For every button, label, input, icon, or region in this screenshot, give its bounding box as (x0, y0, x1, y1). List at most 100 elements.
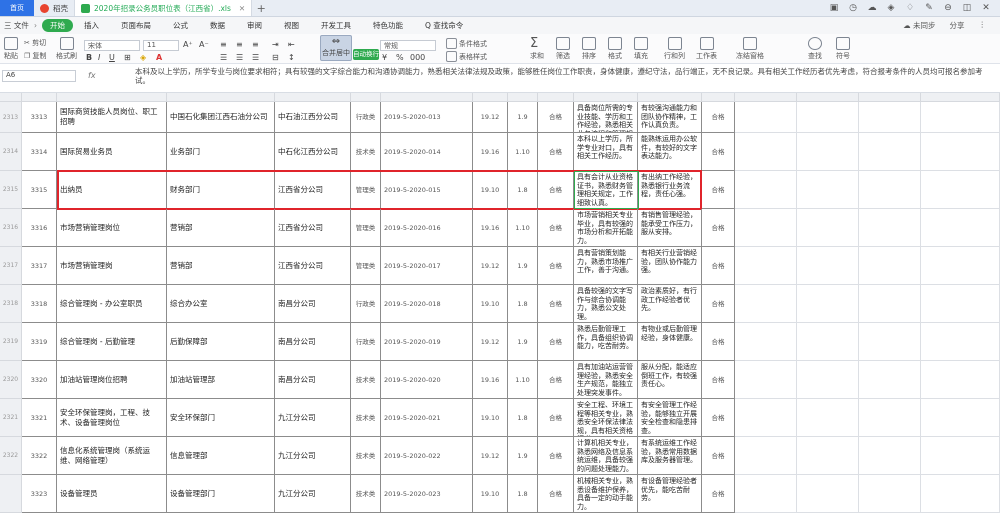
minimize-icon[interactable]: ⊖ (942, 3, 954, 13)
cell-name[interactable]: 国际商贸技能人员岗位、职工招聘 (57, 102, 167, 133)
cell-ex[interactable]: 合格 (702, 361, 735, 399)
cell-code[interactable]: 2019-5-2020-016 (381, 209, 473, 247)
cell-type[interactable]: 技术类 (351, 475, 381, 513)
cell-dept[interactable]: 营销部 (167, 247, 275, 285)
cell-n1[interactable]: 19.12 (473, 247, 508, 285)
column-header[interactable] (473, 93, 508, 102)
cell-code[interactable]: 2019-5-2020-013 (381, 102, 473, 133)
cloud-icon[interactable]: ☁ (866, 3, 878, 13)
cell-org[interactable]: 九江分公司 (275, 475, 351, 513)
cell-d1[interactable]: 计算机相关专业，熟悉网络及信息系统运维，具备较强的问题处理能力。 (574, 437, 638, 475)
cell-id[interactable]: 3318 (22, 285, 57, 323)
cell-d2[interactable]: 有设备管理经验者优先，能吃苦耐劳。 (638, 475, 702, 513)
empty-cell[interactable] (859, 437, 921, 475)
edit-icon[interactable]: ✎ (923, 3, 935, 13)
cell-dept[interactable]: 设备管理部门 (167, 475, 275, 513)
cell-n1[interactable]: 19.10 (473, 285, 508, 323)
new-tab-button[interactable]: + (252, 0, 270, 16)
cell-type[interactable]: 管理类 (351, 247, 381, 285)
cell-dept[interactable]: 后勤保障部 (167, 323, 275, 361)
fill-color-icon[interactable]: ◈ (140, 53, 146, 62)
cell-org[interactable]: 中石油江西分公司 (275, 102, 351, 133)
cell-dept[interactable]: 综合办公室 (167, 285, 275, 323)
conditional-format-button[interactable]: 条件格式 (446, 38, 487, 49)
column-header[interactable] (574, 93, 638, 102)
row-number[interactable]: 2321 (0, 399, 22, 437)
empty-cell[interactable] (735, 102, 797, 133)
currency-icon[interactable]: ¥ (382, 53, 387, 62)
row-col-button[interactable]: 行和列 (664, 37, 685, 61)
cell-ex[interactable]: 合格 (702, 285, 735, 323)
empty-cell[interactable] (921, 437, 1000, 475)
cell-n1[interactable]: 19.10 (473, 399, 508, 437)
cell-name[interactable]: 市场营销管理岗位 (57, 209, 167, 247)
cell-type[interactable]: 技术类 (351, 437, 381, 475)
format-painter-button[interactable]: 格式刷 (56, 37, 77, 61)
cell-flag[interactable]: 合格 (538, 171, 574, 209)
empty-cell[interactable] (859, 475, 921, 513)
column-header[interactable] (351, 93, 381, 102)
empty-cell[interactable] (921, 361, 1000, 399)
indent-icon[interactable]: ⇥ (272, 40, 279, 49)
cell-ex[interactable]: 合格 (702, 437, 735, 475)
row-number[interactable]: 2318 (0, 285, 22, 323)
cell-dept[interactable]: 加油站管理部 (167, 361, 275, 399)
cell-code[interactable]: 2019-5-2020-021 (381, 399, 473, 437)
menu-review[interactable]: 审阅 (236, 20, 273, 31)
cell-d2[interactable]: 服从分配，能适应倒班工作，有较强责任心。 (638, 361, 702, 399)
font-shrink-icon[interactable]: A⁻ (199, 40, 209, 49)
cell-org[interactable]: 中石化江西分公司 (275, 133, 351, 171)
cell-ex[interactable]: 合格 (702, 209, 735, 247)
cell-code[interactable]: 2019-5-2020-017 (381, 247, 473, 285)
cell-type[interactable]: 行政类 (351, 285, 381, 323)
paste-button[interactable]: 粘贴 (4, 37, 18, 61)
cell-id[interactable]: 3313 (22, 102, 57, 133)
align-left-icon[interactable]: ☰ (220, 53, 227, 62)
cell-ex[interactable]: 合格 (702, 399, 735, 437)
cell-name[interactable]: 加油站管理岗位招聘 (57, 361, 167, 399)
cell-d1[interactable]: 市场营销相关专业毕业，具有较强的市场分析和开拓能力。 (574, 209, 638, 247)
search-command[interactable]: Q 查找命令 (414, 20, 474, 31)
format-button[interactable]: 格式 (608, 37, 622, 61)
cell-name[interactable]: 综合管理岗 - 后勤管理 (57, 323, 167, 361)
cell-dept[interactable]: 财务部门 (167, 171, 275, 209)
font-name-select[interactable]: 宋体 (84, 40, 140, 51)
cell-type[interactable]: 管理类 (351, 171, 381, 209)
cell-d1[interactable]: 具有会计从业资格证书，熟悉财务管理相关规定，工作细致认真。 (574, 171, 638, 209)
cell-type[interactable]: 技术类 (351, 361, 381, 399)
cell-code[interactable]: 2019-5-2020-020 (381, 361, 473, 399)
cell-id[interactable]: 3317 (22, 247, 57, 285)
align-right-icon[interactable]: ☰ (252, 53, 259, 62)
empty-cell[interactable] (797, 361, 859, 399)
cell-name[interactable]: 国际贸易业务员 (57, 133, 167, 171)
cell-type[interactable]: 技术类 (351, 399, 381, 437)
cell-dept[interactable]: 营销部 (167, 209, 275, 247)
cell-ex[interactable]: 合格 (702, 171, 735, 209)
cell-d2[interactable]: 有相关行业营销经验，团队协作能力强。 (638, 247, 702, 285)
empty-cell[interactable] (797, 102, 859, 133)
cell-ex[interactable]: 合格 (702, 102, 735, 133)
cell-id[interactable]: 3323 (22, 475, 57, 513)
distributed-icon[interactable]: ⊟ (272, 53, 279, 62)
cell-d2[interactable]: 能熟练运用办公软件，有较好的文字表达能力。 (638, 133, 702, 171)
cell-d1[interactable]: 安全工程、环境工程等相关专业，熟悉安全环保法律法规，具有相关资格证书。 (574, 399, 638, 437)
number-format-select[interactable]: 常规 (380, 40, 436, 51)
cell-flag[interactable]: 合格 (538, 209, 574, 247)
cell-name[interactable]: 设备管理员 (57, 475, 167, 513)
sum-button[interactable]: Σ 求和 (530, 37, 544, 61)
cell-d1[interactable]: 具备岗位所需的专业技能、学历和工作经验，熟悉相关业务流程和管理规定。 (574, 102, 638, 133)
empty-cell[interactable] (921, 209, 1000, 247)
empty-cell[interactable] (735, 361, 797, 399)
empty-cell[interactable] (735, 323, 797, 361)
cell-n1[interactable]: 19.16 (473, 361, 508, 399)
cell-code[interactable]: 2019-5-2020-023 (381, 475, 473, 513)
empty-cell[interactable] (735, 437, 797, 475)
cell-dept[interactable]: 中国石化集团江西石油分公司 (167, 102, 275, 133)
empty-cell[interactable] (735, 475, 797, 513)
cell-flag[interactable]: 合格 (538, 399, 574, 437)
cell-d2[interactable]: 政治素质好，有行政工作经验者优先。 (638, 285, 702, 323)
formula-input[interactable]: 本科及以上学历，所学专业与岗位要求相符；具有较强的文字综合能力和沟通协调能力，熟… (135, 67, 995, 91)
cell-flag[interactable]: 合格 (538, 133, 574, 171)
empty-cell[interactable] (797, 133, 859, 171)
row-number[interactable]: 2320 (0, 361, 22, 399)
